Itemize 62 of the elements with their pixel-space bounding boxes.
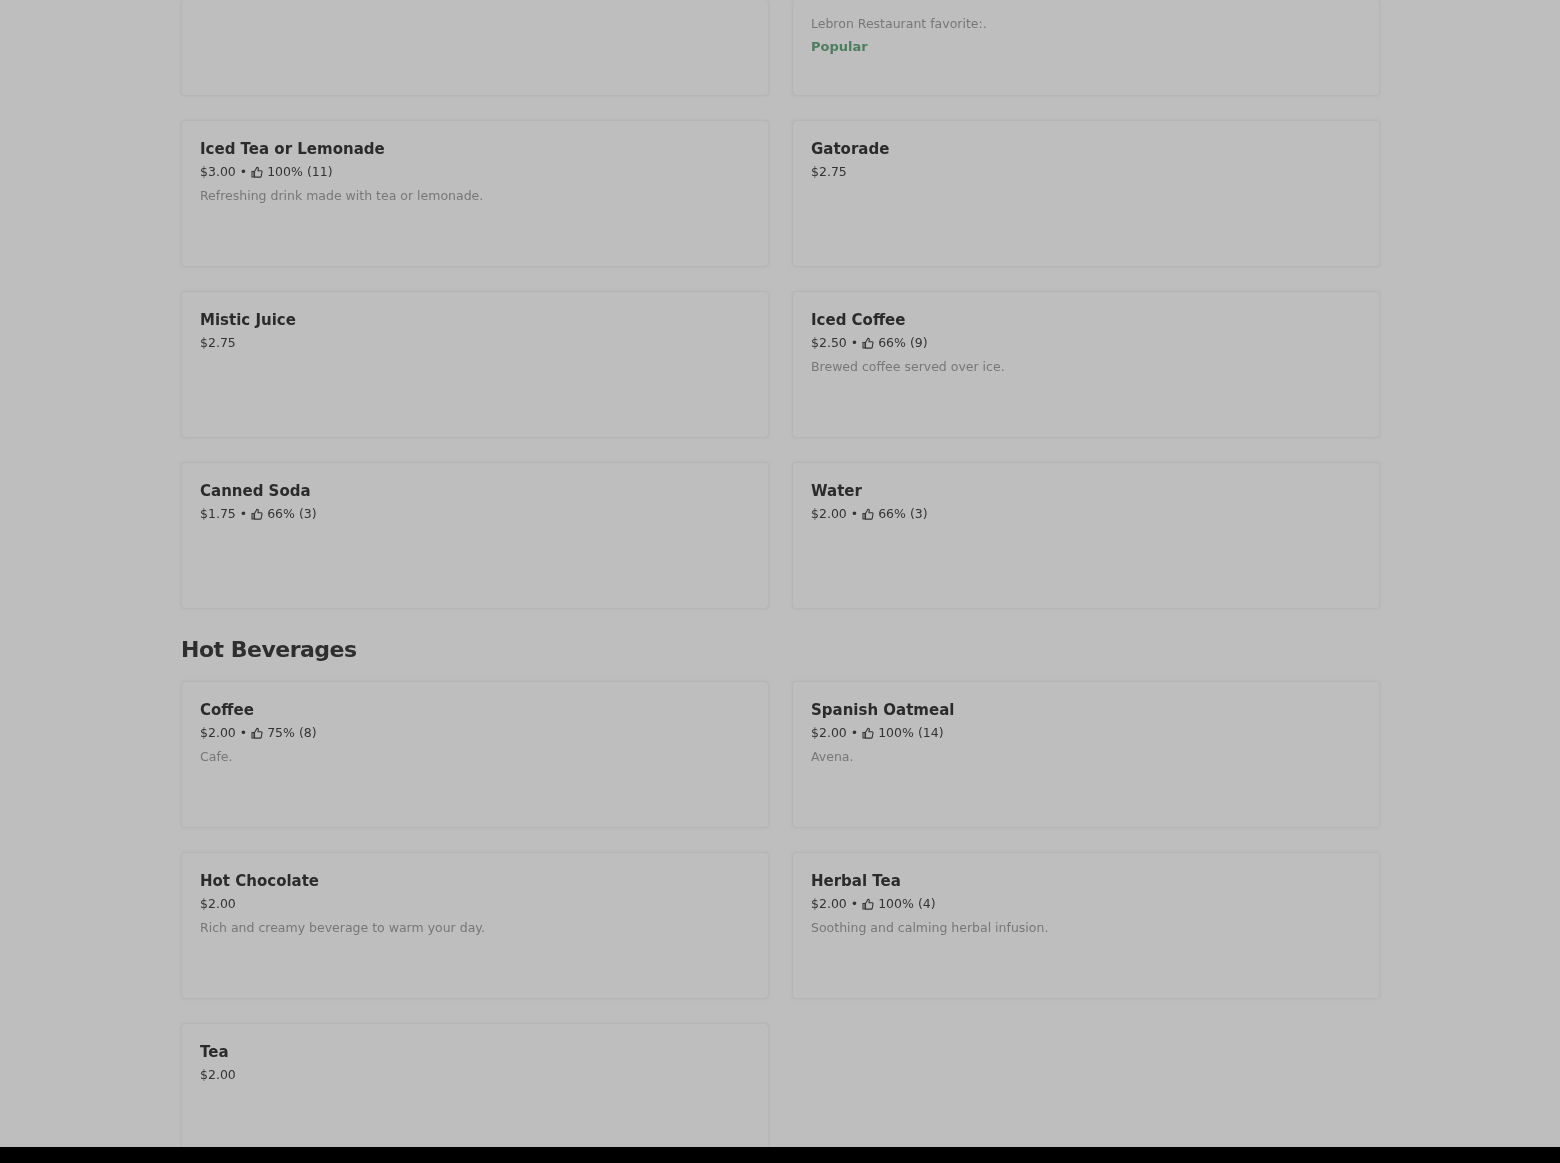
item-description: Rich and creamy beverage to warm your day.	[200, 919, 486, 937]
popular-label: Popular	[811, 38, 869, 56]
separator-dot: •	[850, 505, 859, 523]
item-price: $2.00	[811, 724, 847, 742]
item-price: $2.75	[811, 163, 847, 181]
thumbs-up-icon	[251, 727, 264, 739]
item-rating: 66% (9)	[878, 334, 928, 352]
item-price: $2.50	[811, 334, 847, 352]
thumbs-up-icon	[862, 337, 875, 349]
menu-item-card[interactable]: Gatorade $2.75	[792, 120, 1380, 267]
item-price: $1.75	[200, 505, 236, 523]
separator-dot: •	[239, 505, 248, 523]
item-description: Avena.	[811, 748, 855, 766]
menu-item-card[interactable]: Spanish Oatmeal $2.00 • 100% (14) Avena.	[792, 681, 1380, 828]
menu-item-card[interactable]: Herbal Tea $2.00 • 100% (4) Soothing and calming herbal infusion.	[792, 852, 1380, 999]
item-price: $2.00	[200, 895, 236, 913]
item-price: $2.00	[811, 505, 847, 523]
thumbs-up-icon	[251, 166, 264, 178]
item-price: $2.00	[200, 1066, 236, 1084]
item-name: Gatorade	[811, 139, 891, 160]
item-name: Mistic Juice	[200, 310, 297, 331]
thumbs-up-icon	[862, 508, 875, 520]
separator-dot: •	[850, 724, 859, 742]
item-description: Brewed coffee served over ice.	[811, 358, 1006, 376]
menu-item-card[interactable]: Water $2.00 • 66% (3)	[792, 462, 1380, 609]
item-rating: 100% (4)	[878, 895, 936, 913]
item-name: Tea	[200, 1042, 230, 1063]
thumbs-up-icon	[862, 898, 875, 910]
item-name: Coffee	[200, 700, 255, 721]
item-rating: 66% (3)	[878, 505, 928, 523]
item-name: Spanish Oatmeal	[811, 700, 956, 721]
separator-dot: •	[850, 895, 859, 913]
section-heading: Hot Beverages	[181, 636, 358, 664]
thumbs-up-icon	[251, 508, 264, 520]
item-description: Cafe.	[200, 748, 234, 766]
separator-dot: •	[850, 334, 859, 352]
item-name: Iced Tea or Lemonade	[200, 139, 386, 160]
item-price: $2.00	[200, 724, 236, 742]
item-rating: 75% (8)	[267, 724, 317, 742]
separator-dot: •	[239, 724, 248, 742]
menu-item-card[interactable]: Hot Chocolate $2.00 Rich and creamy beverage to warm your day.	[181, 852, 769, 999]
item-name: Herbal Tea	[811, 871, 902, 892]
item-description: Soothing and calming herbal infusion.	[811, 919, 1050, 937]
menu-item-card[interactable]: Iced Tea or Lemonade $3.00 • 100% (11) Refreshing drink made with tea or lemonade.	[181, 120, 769, 267]
item-price: $2.75	[200, 334, 236, 352]
item-rating: 100% (11)	[267, 163, 333, 181]
item-price: $2.00	[811, 895, 847, 913]
item-rating: 66% (3)	[267, 505, 317, 523]
menu-item-card[interactable]: Mistic Juice $2.75	[181, 291, 769, 438]
item-name: Hot Chocolate	[200, 871, 321, 892]
item-price: $3.00	[200, 163, 236, 181]
item-description: Lebron Restaurant favorite:.	[811, 15, 988, 33]
item-name: Canned Soda	[200, 481, 312, 502]
separator-dot: •	[239, 163, 248, 181]
item-rating: 100% (14)	[878, 724, 944, 742]
menu-item-card[interactable]: Iced Coffee $2.50 • 66% (9) Brewed coffee served over ice.	[792, 291, 1380, 438]
item-description: Refreshing drink made with tea or lemonade.	[200, 187, 485, 205]
menu-item-card[interactable]: Canned Soda $1.75 • 66% (3)	[181, 462, 769, 609]
menu-item-card[interactable]: Coffee $2.00 • 75% (8) Cafe.	[181, 681, 769, 828]
thumbs-up-icon	[862, 727, 875, 739]
item-name: Water	[811, 481, 863, 502]
item-name: Iced Coffee	[811, 310, 907, 331]
